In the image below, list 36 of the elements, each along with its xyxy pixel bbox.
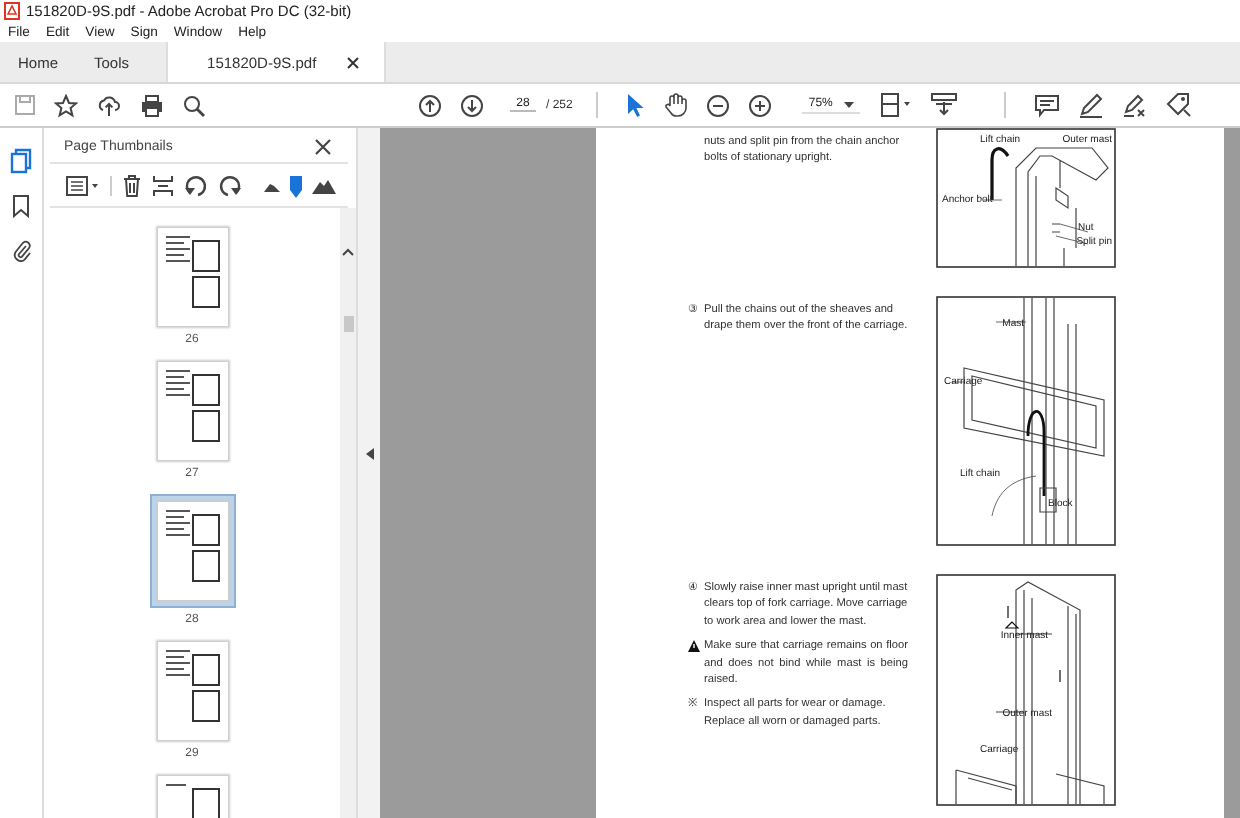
star-icon[interactable]	[54, 93, 78, 117]
comment-icon[interactable]	[1034, 93, 1061, 117]
close-icon[interactable]	[314, 138, 332, 156]
scroll-mode-icon[interactable]	[930, 92, 959, 118]
print-icon[interactable]	[140, 93, 164, 117]
zoom-out-icon[interactable]	[706, 93, 731, 117]
cloud-upload-icon[interactable]	[96, 93, 122, 117]
small-mountain-icon[interactable]	[264, 181, 280, 191]
rotate-right-icon[interactable]	[218, 174, 242, 198]
fit-page-icon[interactable]	[880, 92, 913, 118]
close-icon[interactable]	[346, 55, 361, 69]
page-thumbnail[interactable]	[155, 360, 229, 462]
pointer-icon[interactable]	[626, 92, 647, 118]
page-thumbnail[interactable]	[149, 494, 235, 608]
pen-icon[interactable]	[1078, 92, 1105, 118]
page-thumbnail[interactable]	[155, 640, 229, 742]
large-mountain-icon[interactable]	[312, 179, 336, 193]
pages-icon[interactable]	[10, 148, 32, 174]
scrollbar-thumb[interactable]	[343, 316, 353, 332]
collapse-arrow-icon[interactable]	[365, 447, 373, 459]
slider-thumb-icon[interactable]	[290, 175, 302, 197]
bookmark-icon[interactable]	[12, 194, 30, 218]
options-menu-icon[interactable]	[66, 176, 100, 196]
signature-icon[interactable]	[1122, 92, 1149, 118]
trash-icon[interactable]	[122, 174, 142, 198]
hand-icon[interactable]	[664, 92, 689, 118]
search-icon[interactable]	[182, 93, 206, 117]
caret-icon	[844, 101, 855, 107]
warning-icon	[688, 640, 700, 653]
arrow-up-circle-icon[interactable]	[418, 93, 442, 117]
paperclip-icon[interactable]	[11, 238, 31, 262]
page-thumbnail[interactable]	[155, 226, 229, 328]
zoom-in-icon[interactable]	[748, 93, 773, 117]
arrow-down-circle-icon[interactable]	[460, 93, 484, 117]
rotate-left-icon[interactable]	[184, 174, 208, 198]
scroll-up-icon[interactable]	[342, 248, 354, 256]
